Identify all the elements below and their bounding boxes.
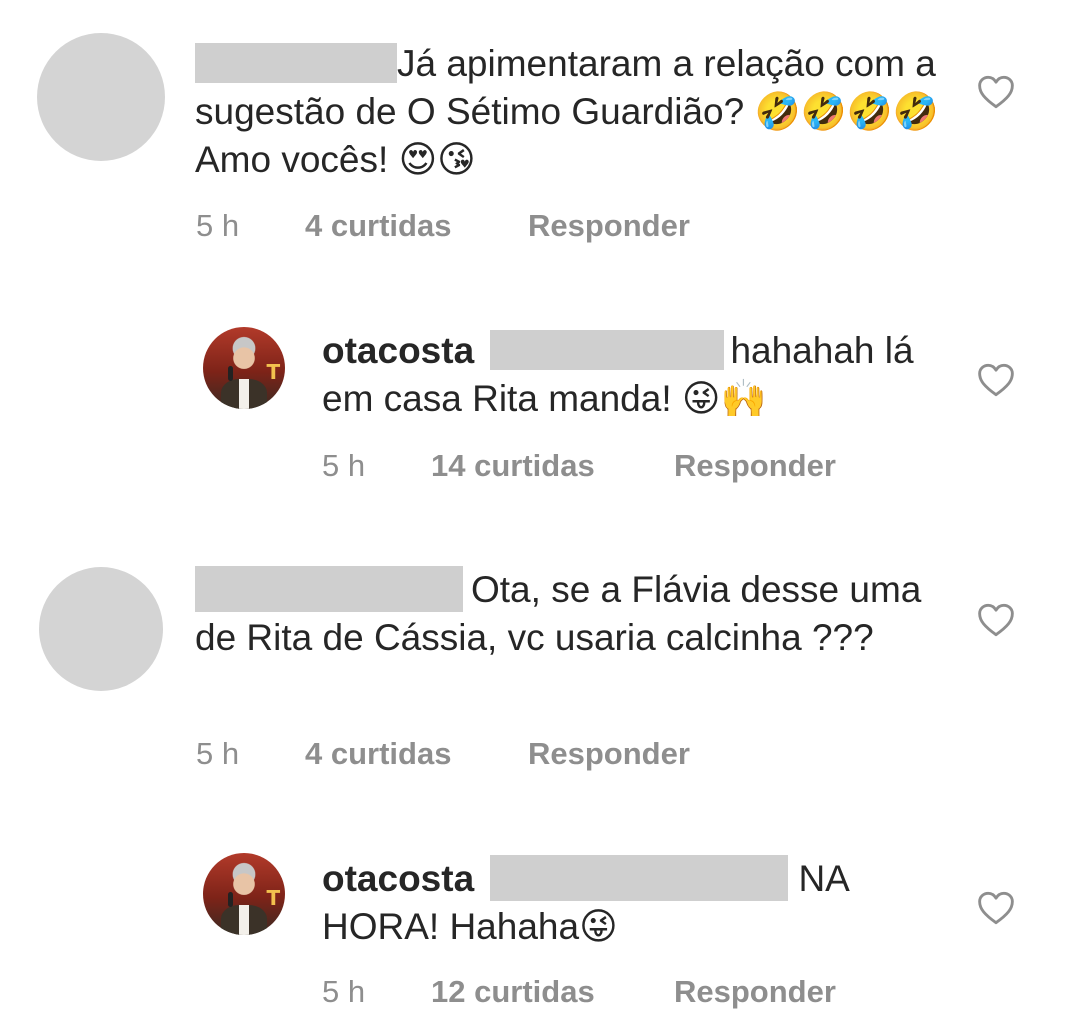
reply-button[interactable]: Responder	[528, 208, 690, 244]
redacted-username	[195, 43, 397, 84]
redacted-mention	[490, 330, 725, 371]
likes-count[interactable]: 4 curtidas	[305, 208, 451, 244]
commenter-avatar[interactable]	[37, 33, 165, 161]
heart-outline-icon[interactable]	[976, 890, 1016, 926]
timestamp: 5 h	[322, 448, 366, 483]
reply-button[interactable]: Responder	[528, 736, 690, 772]
otacosta-avatar[interactable]: T	[203, 853, 285, 935]
reply-button[interactable]: Responder	[674, 974, 836, 1010]
redacted-username	[195, 566, 463, 613]
otacosta-avatar[interactable]: T	[203, 327, 285, 409]
timestamp: 5 h	[196, 208, 240, 243]
comment-text: otacosta hahahah lá em casa Rita manda! …	[322, 330, 914, 419]
username[interactable]: otacosta	[322, 330, 474, 371]
comment-2: Ota, se a Flávia desse uma de Rita de Cá…	[0, 540, 1080, 810]
heart-outline-icon[interactable]	[976, 74, 1016, 110]
reply-button[interactable]: Responder	[674, 448, 836, 484]
comment-1: Já apimentaram a relação com a sugestão …	[0, 0, 1080, 280]
likes-count[interactable]: 4 curtidas	[305, 736, 451, 772]
username[interactable]: otacosta	[322, 858, 474, 899]
comment-meta: 5 h 4 curtidas Responder	[196, 208, 796, 248]
timestamp: 5 h	[322, 974, 366, 1009]
comment-reply-1: T otacosta hahahah lá em casa Rita manda…	[0, 300, 1080, 530]
heart-outline-icon[interactable]	[976, 602, 1016, 638]
comment-text: Já apimentaram a relação com a sugestão …	[195, 43, 939, 180]
comment-meta: 5 h 4 curtidas Responder	[196, 736, 796, 776]
comment-text: otacosta NA HORA! Hahaha😜	[322, 855, 882, 951]
heart-outline-icon[interactable]	[976, 362, 1016, 398]
comment-text: Ota, se a Flávia desse uma de Rita de Cá…	[195, 566, 955, 662]
timestamp: 5 h	[196, 736, 240, 771]
comment-reply-2: T otacosta NA HORA! Hahaha😜 5 h 12 curti…	[0, 828, 1080, 1016]
commenter-avatar[interactable]	[39, 567, 163, 691]
likes-count[interactable]: 14 curtidas	[431, 448, 595, 484]
redacted-mention	[490, 855, 789, 902]
comment-meta: 5 h 12 curtidas Responder	[322, 974, 922, 1014]
likes-count[interactable]: 12 curtidas	[431, 974, 595, 1010]
comment-meta: 5 h 14 curtidas Responder	[322, 448, 922, 488]
